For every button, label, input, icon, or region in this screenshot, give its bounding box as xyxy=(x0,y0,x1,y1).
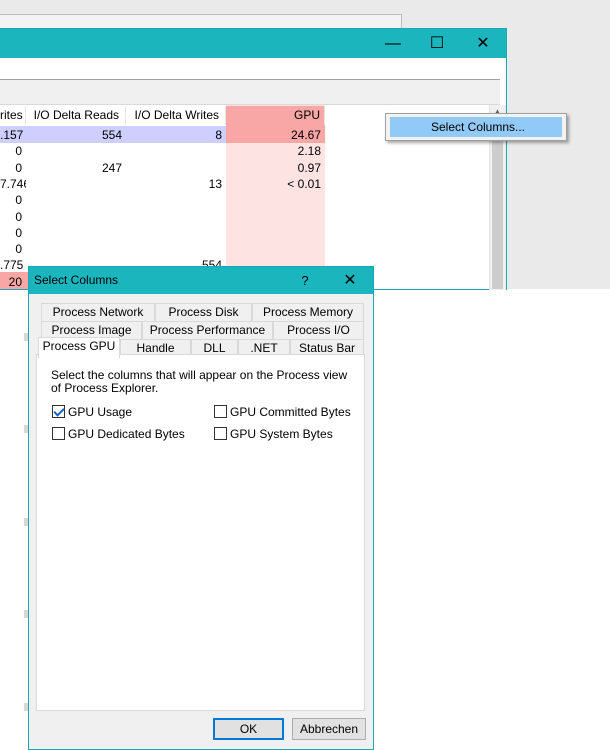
cell-gpu: 2.18 xyxy=(297,144,321,159)
gpu-committed-bytes-label[interactable]: GPU Committed Bytes xyxy=(230,405,351,419)
close-button[interactable]: ✕ xyxy=(460,29,506,58)
close-icon: ✕ xyxy=(343,272,357,289)
toolbar xyxy=(0,58,506,80)
maximize-icon: ☐ xyxy=(429,35,445,52)
tab-process-network[interactable]: Process Network xyxy=(41,303,155,321)
gpu-committed-bytes-checkbox[interactable] xyxy=(214,405,227,418)
cell-gpu: 24.67 xyxy=(290,128,321,142)
cell-io-delta-writes xyxy=(126,160,226,176)
close-icon: ✕ xyxy=(476,35,490,52)
column-header-io-delta-reads[interactable]: I/O Delta Reads xyxy=(26,106,126,125)
cell-io-delta-writes xyxy=(126,143,226,159)
column-header-io-writes[interactable]: rites xyxy=(0,106,26,125)
cell-io-writes: .157 xyxy=(0,128,24,142)
dialog-close-button[interactable]: ✕ xyxy=(335,267,365,294)
cell-io-delta-reads xyxy=(26,176,126,192)
cell-io-writes: 0 xyxy=(15,144,22,159)
cell-gpu: < 0.01 xyxy=(287,176,321,191)
cell-io-delta-reads xyxy=(26,143,126,159)
cell-io-delta-reads xyxy=(26,241,126,257)
gpu-system-bytes-checkbox[interactable] xyxy=(214,427,227,440)
cell-io-writes: .775 xyxy=(0,258,24,273)
background-artifact xyxy=(24,610,28,618)
ok-button[interactable]: OK xyxy=(213,718,284,740)
main-titlebar[interactable]: — ☐ ✕ xyxy=(0,29,506,58)
cell-gpu: 0.97 xyxy=(297,160,321,175)
tab-process-gpu[interactable]: Process GPU xyxy=(38,337,120,358)
scrollbar-thumb[interactable] xyxy=(492,119,503,289)
select-columns-menu-item[interactable]: Select Columns... xyxy=(390,117,562,137)
maximize-button[interactable]: ☐ xyxy=(414,29,460,58)
gpu-usage-checkbox[interactable] xyxy=(52,405,65,418)
minimize-icon: — xyxy=(385,35,401,52)
dialog-title: Select Columns xyxy=(34,273,119,287)
cell-io-delta-reads xyxy=(26,192,126,208)
cell-io-delta-writes: 8 xyxy=(215,128,222,142)
tab-process-io[interactable]: Process I/O xyxy=(273,321,364,339)
select-columns-dialog: Select Columns ? ✕ Process Network Proce… xyxy=(28,266,374,750)
cell-io-delta-reads: 247 xyxy=(101,160,122,175)
column-header-gpu[interactable]: GPU xyxy=(226,106,325,125)
cell-io-delta-reads xyxy=(26,209,126,225)
cell-io-delta-reads xyxy=(26,225,126,241)
gpu-dedicated-bytes-checkbox[interactable] xyxy=(52,427,65,440)
tab-process-performance[interactable]: Process Performance xyxy=(142,321,273,339)
cell-io-writes: 0 xyxy=(15,193,22,208)
tab-process-memory[interactable]: Process Memory xyxy=(252,303,364,321)
cell-gpu xyxy=(226,192,325,208)
cell-io-writes: 7.746 xyxy=(0,176,26,191)
cell-io-delta-writes: 13 xyxy=(208,176,222,191)
cell-io-delta-writes xyxy=(126,241,226,257)
background-artifact xyxy=(24,333,28,341)
cell-gpu xyxy=(226,225,325,241)
process-explorer-window: — ☐ ✕ rites I/O Delta Reads I/O Delta Wr… xyxy=(0,28,507,291)
cell-io-delta-reads: 554 xyxy=(101,128,122,142)
cell-io-delta-writes xyxy=(126,209,226,225)
background-artifact xyxy=(24,518,28,526)
cell-io-delta-writes xyxy=(126,225,226,241)
tab-panel-process-gpu: Select the columns that will appear on t… xyxy=(36,354,365,711)
context-menu: Select Columns... xyxy=(385,113,567,141)
background-artifact xyxy=(24,425,28,433)
dialog-titlebar[interactable]: Select Columns ? ✕ xyxy=(29,267,373,294)
minimize-button[interactable]: — xyxy=(370,29,416,58)
cell-gpu xyxy=(226,241,325,257)
column-header-io-delta-writes[interactable]: I/O Delta Writes xyxy=(126,106,226,125)
help-button[interactable]: ? xyxy=(295,267,315,294)
gpu-dedicated-bytes-label[interactable]: GPU Dedicated Bytes xyxy=(68,427,185,441)
cell-io-delta-writes xyxy=(126,192,226,208)
cancel-button[interactable]: Abbrechen xyxy=(292,718,366,740)
background-artifact xyxy=(24,703,28,711)
cell-io-writes: 20 xyxy=(8,274,22,289)
tab-process-disk[interactable]: Process Disk xyxy=(155,303,252,321)
cell-io-writes: 0 xyxy=(15,209,22,224)
filter-bar[interactable] xyxy=(0,79,500,105)
gpu-usage-label[interactable]: GPU Usage xyxy=(68,405,132,419)
cell-io-writes: 0 xyxy=(15,160,22,175)
cell-io-writes: 0 xyxy=(15,225,22,240)
cell-io-writes: 0 xyxy=(15,242,22,257)
gpu-system-bytes-label[interactable]: GPU System Bytes xyxy=(230,427,333,441)
cell-gpu xyxy=(226,209,325,225)
description-text: Select the columns that will appear on t… xyxy=(51,368,348,395)
